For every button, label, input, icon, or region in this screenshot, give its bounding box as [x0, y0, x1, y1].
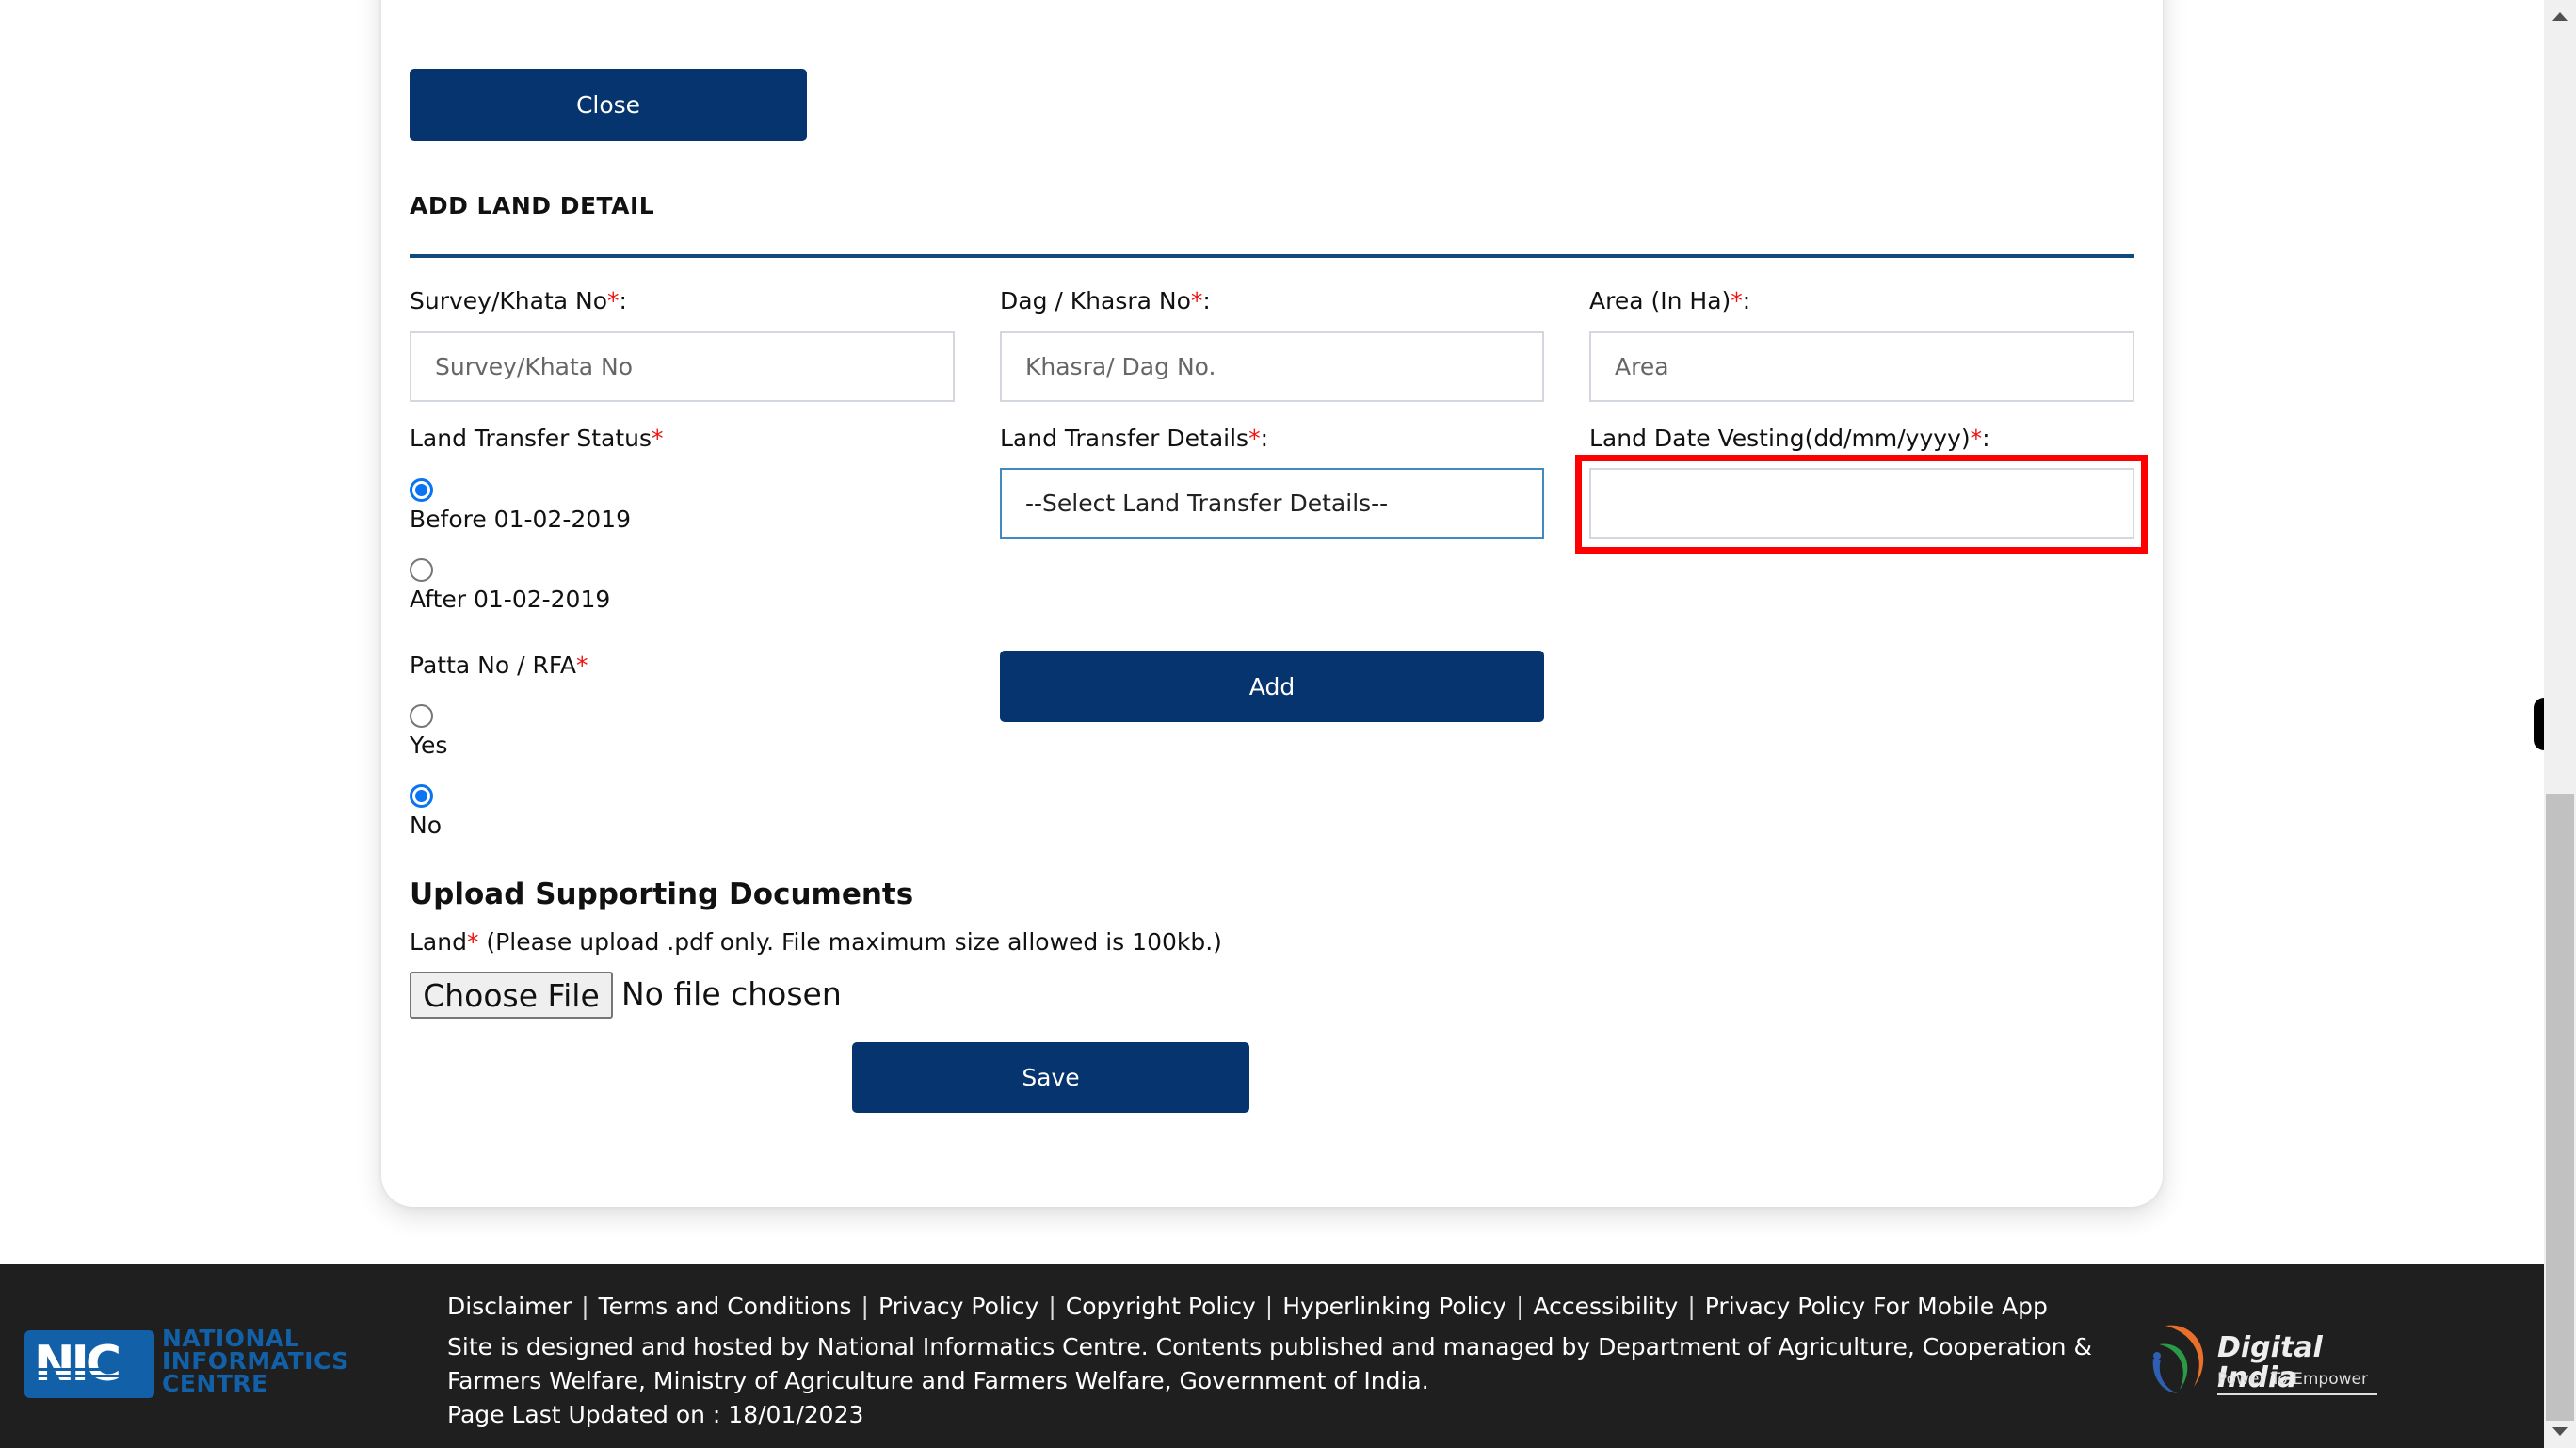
- label-colon: :: [1742, 287, 1751, 314]
- footer: NIC NATIONAL INFORMATICS CENTRE Disclaim…: [0, 1264, 2544, 1448]
- scroll-up-arrow-icon[interactable]: [2552, 12, 2568, 21]
- radio-before-2019-label: Before 01-02-2019: [410, 506, 631, 533]
- separator: |: [1264, 1293, 1274, 1320]
- radio-patta-no-label: No: [410, 812, 442, 839]
- transfer-details-label-text: Land Transfer Details: [1000, 425, 1249, 452]
- area-label: Area (In Ha)*:: [1589, 287, 1750, 314]
- required-mark: *: [652, 425, 664, 452]
- footer-link-hyperlinking[interactable]: Hyperlinking Policy: [1282, 1293, 1506, 1320]
- separator: |: [1687, 1293, 1696, 1320]
- radio-after-2019[interactable]: [410, 558, 433, 582]
- nic-logo: NIC NATIONAL INFORMATICS CENTRE: [24, 1327, 359, 1398]
- required-mark: *: [1190, 287, 1203, 314]
- survey-input[interactable]: Survey/Khata No: [410, 331, 955, 402]
- transfer-status-label: Land Transfer Status*: [410, 425, 664, 452]
- dag-label: Dag / Khasra No*:: [1000, 287, 1211, 314]
- required-mark: *: [1970, 425, 1983, 452]
- radio-patta-no[interactable]: [410, 784, 433, 808]
- footer-link-terms[interactable]: Terms and Conditions: [599, 1293, 852, 1320]
- digital-india-icon: [2152, 1325, 2204, 1393]
- radio-patta-yes-label: Yes: [410, 732, 448, 759]
- required-mark: *: [607, 287, 620, 314]
- digital-india-tagline: Power To Empower: [2217, 1370, 2368, 1389]
- dag-placeholder: Khasra/ Dag No.: [1025, 353, 1216, 380]
- area-label-text: Area (In Ha): [1589, 287, 1731, 314]
- footer-link-disclaimer[interactable]: Disclaimer: [447, 1293, 572, 1320]
- label-colon: :: [1982, 425, 1990, 452]
- form-card: [381, 0, 2163, 1207]
- nic-logo-line: CENTRE: [162, 1370, 268, 1397]
- survey-label: Survey/Khata No*:: [410, 287, 627, 314]
- survey-placeholder: Survey/Khata No: [435, 353, 634, 380]
- save-button[interactable]: Save: [852, 1042, 1249, 1113]
- nic-logo-mark: NIC: [24, 1330, 154, 1398]
- section-title: ADD LAND DETAIL: [410, 192, 655, 219]
- required-mark: *: [1731, 287, 1743, 314]
- highlight-box: [1575, 455, 2148, 554]
- dag-label-text: Dag / Khasra No: [1000, 287, 1191, 314]
- add-button[interactable]: Add: [1000, 651, 1544, 722]
- label-colon: :: [1260, 425, 1268, 452]
- date-vesting-label: Land Date Vesting(dd/mm/yyyy)*:: [1589, 425, 1990, 452]
- required-mark: *: [576, 652, 588, 679]
- upload-title: Upload Supporting Documents: [410, 877, 914, 911]
- page: Close ADD LAND DETAIL Survey/Khata No*: …: [0, 0, 2544, 1448]
- file-status: No file chosen: [621, 975, 842, 1012]
- separator: |: [1048, 1293, 1056, 1320]
- digital-india-logo: Digital India Power To Empower: [2142, 1316, 2377, 1401]
- transfer-details-label: Land Transfer Details*:: [1000, 425, 1268, 452]
- transfer-details-selected: --Select Land Transfer Details--: [1025, 490, 1389, 517]
- nic-logo-text: NATIONAL INFORMATICS CENTRE: [162, 1327, 349, 1395]
- upload-land-label: Land: [410, 928, 467, 956]
- upload-hint-text: (Please upload .pdf only. File maximum s…: [478, 928, 1222, 956]
- footer-link-accessibility[interactable]: Accessibility: [1534, 1293, 1679, 1320]
- footer-hosted-text: Site is designed and hosted by National …: [447, 1333, 2092, 1360]
- radio-patta-yes[interactable]: [410, 704, 433, 728]
- footer-link-copyright[interactable]: Copyright Policy: [1066, 1293, 1256, 1320]
- separator: |: [1516, 1293, 1524, 1320]
- survey-label-text: Survey/Khata No: [410, 287, 608, 314]
- separator: |: [861, 1293, 869, 1320]
- separator: |: [581, 1293, 589, 1320]
- side-feedback-tab[interactable]: [2534, 698, 2544, 750]
- footer-updated-text: Page Last Updated on : 18/01/2023: [447, 1401, 864, 1428]
- choose-file-button[interactable]: Choose File: [410, 972, 613, 1019]
- scroll-down-arrow-icon[interactable]: [2552, 1427, 2568, 1436]
- transfer-status-label-text: Land Transfer Status: [410, 425, 652, 452]
- nic-logo-stripes: [24, 1364, 154, 1398]
- radio-before-2019[interactable]: [410, 478, 433, 502]
- upload-land-hint: Land* (Please upload .pdf only. File max…: [410, 928, 1222, 956]
- radio-after-2019-label: After 01-02-2019: [410, 586, 611, 613]
- area-input[interactable]: Area: [1589, 331, 2134, 402]
- patta-label: Patta No / RFA*: [410, 652, 588, 679]
- label-colon: :: [1202, 287, 1211, 314]
- scrollbar-thumb[interactable]: [2546, 794, 2574, 1421]
- dag-input[interactable]: Khasra/ Dag No.: [1000, 331, 1544, 402]
- close-button[interactable]: Close: [410, 69, 807, 141]
- footer-links: Disclaimer | Terms and Conditions | Privacy …: [447, 1293, 2048, 1320]
- date-vesting-label-text: Land Date Vesting(dd/mm/yyyy): [1589, 425, 1971, 452]
- vertical-scrollbar[interactable]: [2544, 0, 2576, 1448]
- label-colon: :: [619, 287, 627, 314]
- area-placeholder: Area: [1615, 353, 1669, 380]
- patta-label-text: Patta No / RFA: [410, 652, 577, 679]
- transfer-details-select[interactable]: --Select Land Transfer Details--: [1000, 468, 1544, 539]
- section-divider: [410, 254, 2134, 258]
- required-mark: *: [1248, 425, 1261, 452]
- footer-ministry-text: Farmers Welfare, Ministry of Agriculture…: [447, 1367, 1429, 1394]
- footer-link-privacy[interactable]: Privacy Policy: [878, 1293, 1038, 1320]
- footer-link-mobile-privacy[interactable]: Privacy Policy For Mobile App: [1705, 1293, 2048, 1320]
- required-mark: *: [466, 928, 479, 956]
